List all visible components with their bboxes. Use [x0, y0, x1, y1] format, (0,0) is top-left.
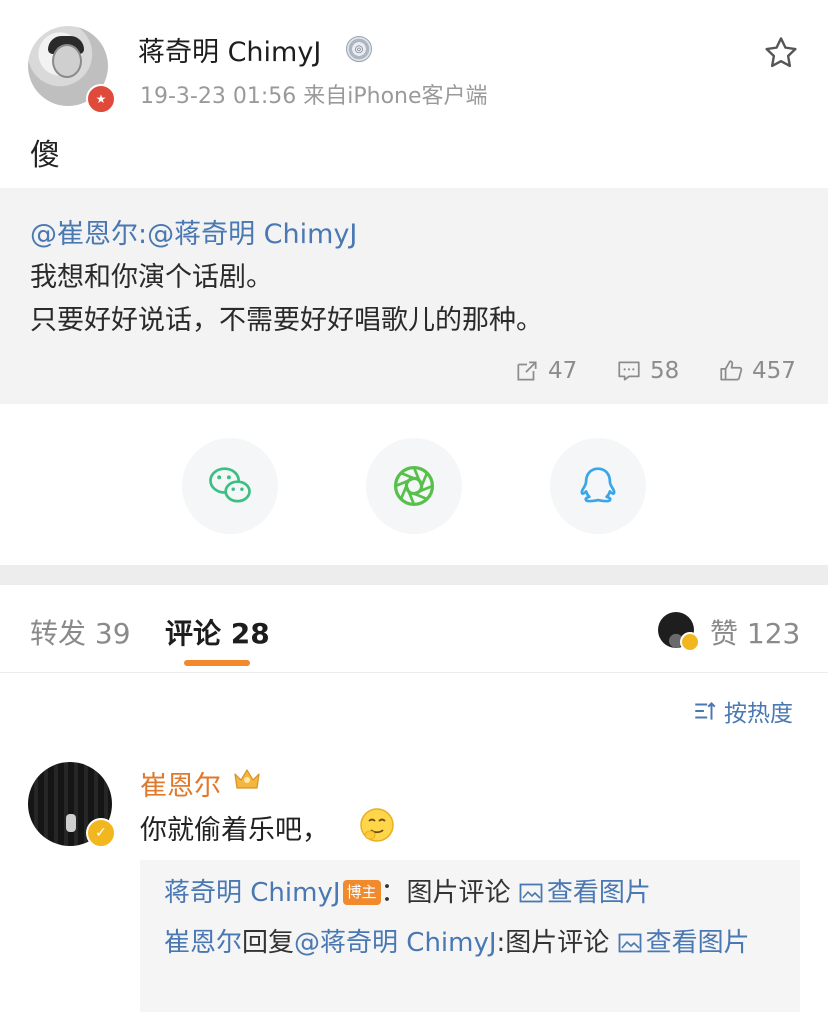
- tab-divider: [0, 672, 828, 673]
- reply-2-content: :图片评论: [496, 928, 610, 958]
- section-divider: [0, 565, 828, 585]
- sort-label: 按热度: [724, 701, 793, 727]
- reply-1-author[interactable]: 蒋奇明 ChimyJ: [164, 878, 341, 908]
- reply-1-separator: ：: [380, 878, 407, 908]
- image-icon: [618, 933, 641, 953]
- quoted-mention[interactable]: @崔恩尔:@蒋奇明 ChimyJ: [30, 212, 357, 251]
- wechat-icon: [209, 467, 251, 503]
- share-wechat-button[interactable]: [182, 438, 278, 534]
- comment-count: 58: [650, 358, 680, 384]
- reply-1-view-image-link[interactable]: 查看图片: [519, 878, 651, 908]
- reply-2-view-image-link[interactable]: 查看图片: [618, 928, 750, 958]
- post-text: 傻: [30, 138, 60, 173]
- tab-comment[interactable]: 评论 28: [165, 612, 270, 652]
- vip-crown-icon[interactable]: [232, 766, 262, 794]
- comment-text: 你就偷着乐吧，: [140, 815, 329, 846]
- repost-count-button[interactable]: 47: [514, 358, 577, 384]
- sort-icon: [695, 702, 716, 720]
- medal-icon[interactable]: ◎: [346, 36, 372, 62]
- sort-by-hot-button[interactable]: 按热度: [692, 694, 793, 728]
- reply-2-mention[interactable]: @蒋奇明 ChimyJ: [294, 928, 497, 958]
- reply-2-author[interactable]: 崔恩尔: [164, 928, 242, 958]
- reply-1[interactable]: 蒋奇明 ChimyJ 博主 ：图片评论 查看图片: [164, 874, 651, 913]
- commenter-name[interactable]: 崔恩尔: [140, 764, 221, 803]
- favorite-star-icon[interactable]: [762, 34, 800, 72]
- sly-smile-emoji-icon: [360, 808, 394, 842]
- comment-replies[interactable]: 蒋奇明 ChimyJ 博主 ：图片评论 查看图片 崔恩尔回复@蒋奇明 ChimyJ:…: [140, 860, 800, 1012]
- tab-forward[interactable]: 转发 39: [30, 612, 131, 652]
- comment-icon: [618, 361, 640, 381]
- tab-likes[interactable]: 赞 123: [710, 612, 800, 652]
- verified-badge-icon: ★: [86, 84, 116, 114]
- reply-1-view-image-label: 查看图片: [546, 878, 651, 908]
- moments-icon: [393, 465, 435, 507]
- quoted-text-line-2: 只要好好说话，不需要好好唱歌儿的那种。: [30, 305, 543, 336]
- post-meta: 19-3-23 01:56 来自iPhone客户端: [140, 84, 488, 109]
- poster-name[interactable]: 蒋奇明 ChimyJ: [138, 30, 321, 69]
- repost-icon: [517, 361, 537, 381]
- active-tab-indicator: [184, 660, 250, 666]
- share-moments-button[interactable]: [366, 438, 462, 534]
- commenter-verified-badge-icon: ✓: [86, 818, 116, 848]
- reply-2-action: 回复: [242, 928, 295, 958]
- image-icon: [519, 883, 543, 903]
- reply-1-content: 图片评论: [406, 878, 511, 908]
- like-count: 457: [752, 358, 796, 384]
- quoted-text-line-1: 我想和你演个话剧。: [30, 262, 273, 293]
- reply-2-view-image-label: 查看图片: [645, 928, 750, 958]
- host-badge: 博主: [342, 880, 381, 905]
- repost-count: 47: [548, 358, 578, 384]
- share-qq-button[interactable]: [550, 438, 646, 534]
- thumbs-up-icon: [720, 360, 743, 381]
- liker-verified-badge-icon: [680, 632, 700, 652]
- comment-count-button[interactable]: 58: [616, 358, 679, 384]
- like-count-button[interactable]: 457: [718, 358, 796, 384]
- reply-2[interactable]: 崔恩尔回复@蒋奇明 ChimyJ:图片评论 查看图片: [164, 924, 794, 963]
- qq-icon: [580, 467, 616, 503]
